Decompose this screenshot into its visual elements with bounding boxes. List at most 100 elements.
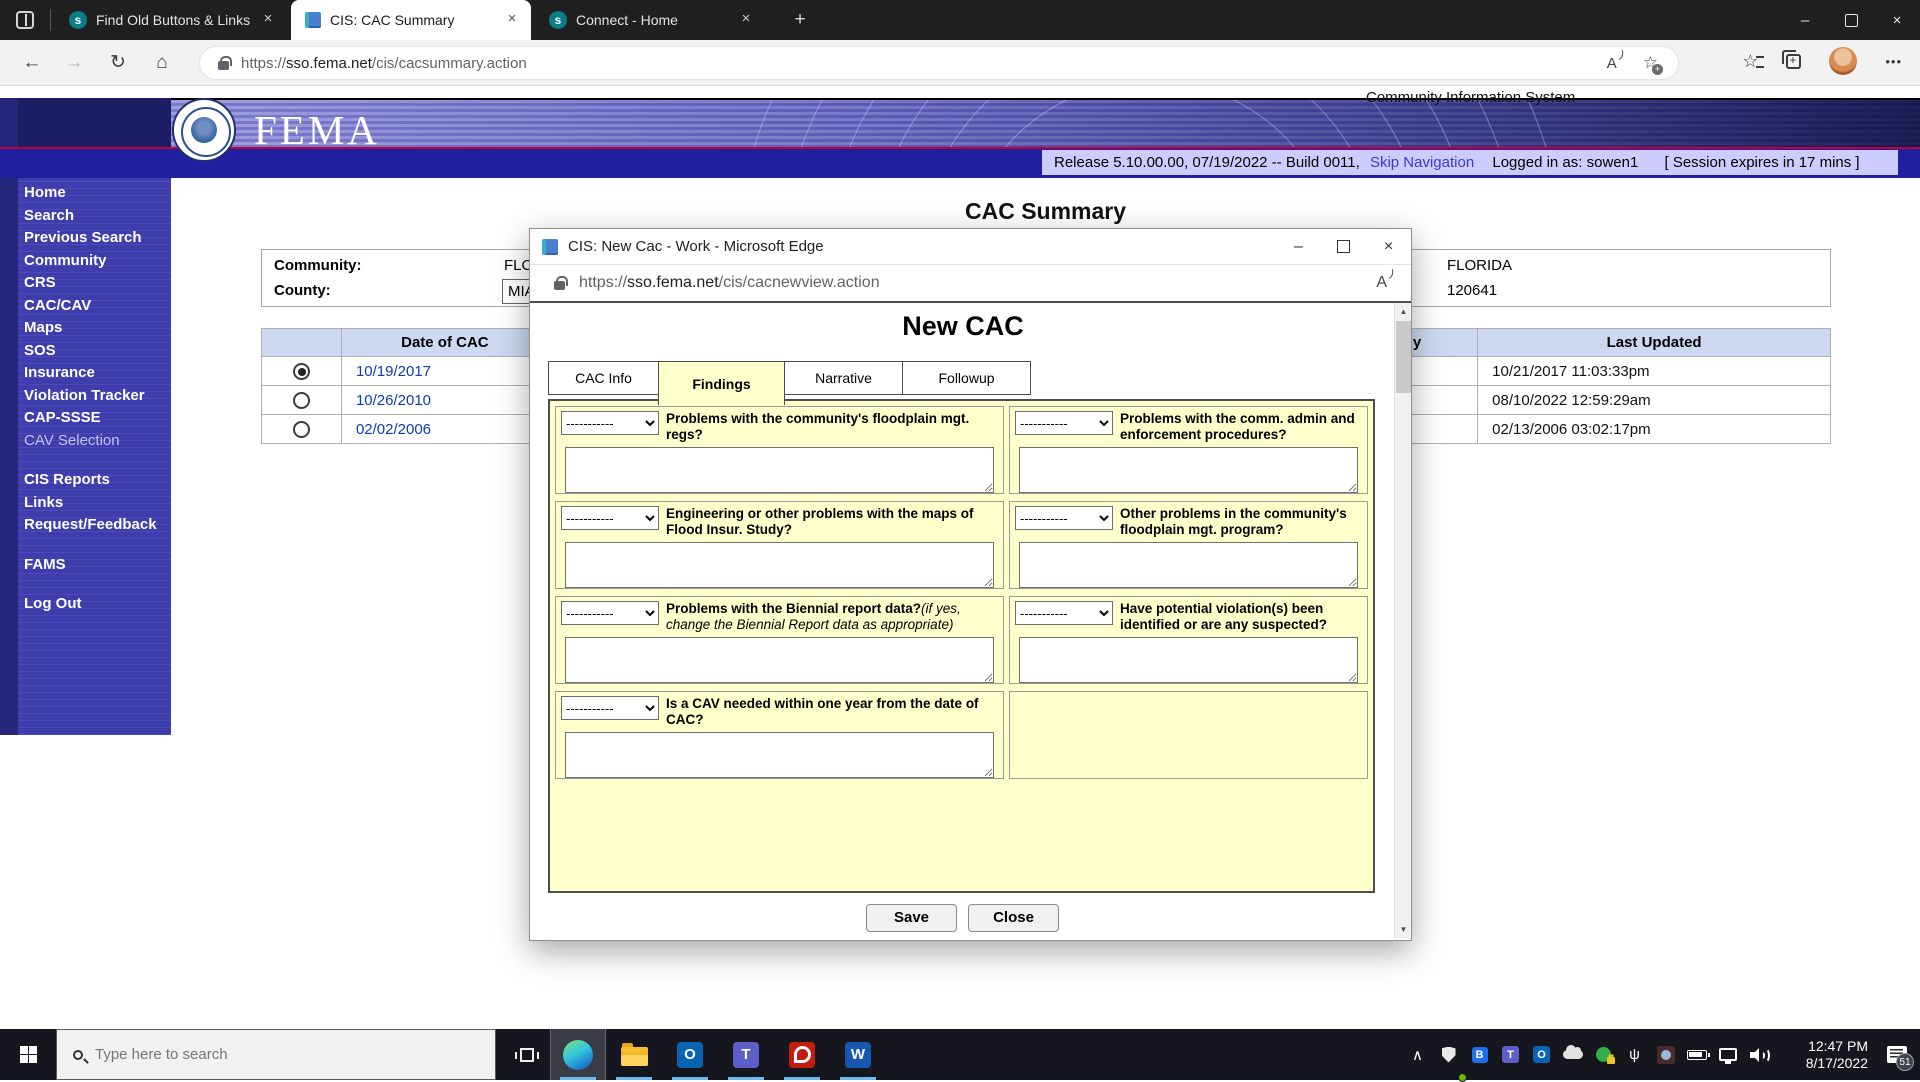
finding-select[interactable]: ----------- — [561, 411, 659, 435]
popup-scrollbar[interactable]: ▲ ▼ — [1394, 303, 1411, 938]
taskbar-word-button[interactable]: W — [830, 1029, 886, 1080]
vpn-lock-icon[interactable] — [1588, 1029, 1619, 1080]
popup-address-bar[interactable]: https://sso.fema.net/cis/cacnewview.acti… — [530, 265, 1411, 303]
collections-icon[interactable] — [1786, 54, 1801, 69]
settings-menu-icon[interactable]: ••• — [1885, 54, 1902, 69]
sidebar-item-community[interactable]: Community — [24, 250, 171, 273]
sidebar-item-insurance[interactable]: Insurance — [24, 362, 171, 385]
finding-textarea[interactable] — [1019, 637, 1358, 683]
usb-icon[interactable]: ψ — [1619, 1029, 1650, 1080]
taskbar-teams-button[interactable]: T — [718, 1029, 774, 1080]
sidebar-item-cac-cav[interactable]: CAC/CAV — [24, 295, 171, 318]
save-button[interactable]: Save — [866, 904, 957, 932]
close-button[interactable]: Close — [968, 904, 1059, 932]
finding-textarea[interactable] — [1019, 447, 1358, 493]
cac-date-link[interactable]: 10/19/2017 — [356, 363, 431, 380]
sidebar-item-previous-search[interactable]: Previous Search — [24, 227, 171, 250]
taskbar-search[interactable] — [56, 1029, 496, 1080]
finding-textarea[interactable] — [1019, 542, 1358, 588]
onedrive-icon[interactable] — [1557, 1029, 1588, 1080]
taskbar-outlook-button[interactable]: O — [662, 1029, 718, 1080]
finding-textarea[interactable] — [565, 447, 994, 493]
cac-date-link[interactable]: 10/26/2010 — [356, 392, 431, 409]
sidebar-item-home[interactable]: Home — [24, 182, 171, 205]
windows-security-icon[interactable] — [1433, 1029, 1464, 1080]
popup-maximize-button[interactable] — [1321, 229, 1366, 264]
new-tab-button[interactable]: + — [788, 8, 812, 32]
network-icon[interactable] — [1712, 1029, 1743, 1080]
row-radio[interactable] — [293, 392, 310, 409]
start-button[interactable] — [0, 1029, 56, 1080]
sidebar-item-cap-ssse[interactable]: CAP-SSSE — [24, 407, 171, 430]
row-radio-selected[interactable] — [293, 363, 310, 380]
close-tab-icon[interactable]: × — [259, 11, 277, 29]
finding-select[interactable]: ----------- — [561, 696, 659, 720]
bluetooth-icon[interactable]: B — [1464, 1029, 1495, 1080]
tab-narrative[interactable]: Narrative — [784, 361, 903, 395]
taskbar-edge-button[interactable] — [550, 1029, 606, 1080]
address-bar[interactable]: https://sso.fema.net/cis/cacsummary.acti… — [200, 47, 1678, 79]
sidebar-item-violation-tracker[interactable]: Violation Tracker — [24, 385, 171, 408]
notification-center-button[interactable]: 51 — [1874, 1029, 1920, 1080]
cac-date-link[interactable]: 02/02/2006 — [356, 421, 431, 438]
finding-select[interactable]: ----------- — [1015, 411, 1113, 435]
scroll-down-icon[interactable]: ▼ — [1395, 921, 1412, 938]
read-aloud-icon[interactable]: A — [1607, 55, 1617, 72]
tab-findings[interactable]: Findings — [658, 361, 785, 405]
finding-textarea[interactable] — [565, 637, 994, 683]
tab-actions-icon[interactable] — [16, 11, 34, 29]
browser-tab-connect-home[interactable]: s Connect - Home × — [535, 0, 765, 40]
finding-select[interactable]: ----------- — [561, 506, 659, 530]
battery-icon[interactable] — [1681, 1029, 1712, 1080]
app-tray-icon[interactable] — [1650, 1029, 1681, 1080]
volume-icon[interactable] — [1743, 1029, 1774, 1080]
finding-select[interactable]: ----------- — [1015, 506, 1113, 530]
taskbar-acrobat-button[interactable] — [774, 1029, 830, 1080]
scrollbar-thumb[interactable] — [1396, 321, 1411, 393]
search-input[interactable] — [95, 1046, 425, 1063]
add-favorite-icon[interactable]: ☆ — [1643, 53, 1658, 73]
profile-avatar[interactable] — [1829, 47, 1857, 75]
read-aloud-icon[interactable]: A — [1376, 274, 1387, 292]
scroll-up-icon[interactable]: ▲ — [1395, 303, 1412, 320]
taskbar-file-explorer-button[interactable] — [606, 1029, 662, 1080]
task-view-button[interactable] — [504, 1029, 550, 1080]
tray-chevron-up-icon[interactable]: ∧ — [1402, 1029, 1433, 1080]
finding-textarea[interactable] — [565, 732, 994, 778]
skip-navigation-link[interactable]: Skip Navigation — [1370, 154, 1474, 171]
window-maximize-button[interactable] — [1828, 0, 1874, 40]
finding-textarea[interactable] — [565, 542, 994, 588]
tab-followup[interactable]: Followup — [902, 361, 1031, 395]
popup-close-button[interactable]: × — [1366, 229, 1411, 264]
sidebar-item-cis-reports[interactable]: CIS Reports — [24, 469, 171, 492]
sidebar-item-cav-selection[interactable]: CAV Selection — [24, 430, 171, 453]
window-close-button[interactable]: × — [1874, 0, 1920, 40]
popup-url-text[interactable]: https://sso.fema.net/cis/cacnewview.acti… — [579, 274, 880, 292]
sidebar-item-log-out[interactable]: Log Out — [24, 593, 171, 616]
home-icon[interactable]: ⌂ — [148, 49, 176, 77]
popup-title-bar[interactable]: CIS: New Cac - Work - Microsoft Edge – × — [530, 229, 1411, 265]
row-radio[interactable] — [293, 421, 310, 438]
forward-icon[interactable]: → — [60, 49, 88, 77]
tab-cac-info[interactable]: CAC Info — [548, 361, 659, 395]
close-tab-icon[interactable]: × — [737, 11, 755, 29]
sidebar-item-request-feedback[interactable]: Request/Feedback — [24, 514, 171, 537]
sidebar-item-search[interactable]: Search — [24, 205, 171, 228]
finding-select[interactable]: ----------- — [561, 601, 659, 625]
back-icon[interactable]: ← — [18, 49, 46, 77]
tray-outlook-icon[interactable]: O — [1526, 1029, 1557, 1080]
refresh-icon[interactable]: ↻ — [104, 49, 132, 77]
sidebar-item-sos[interactable]: SOS — [24, 340, 171, 363]
sidebar-item-crs[interactable]: CRS — [24, 272, 171, 295]
sidebar-item-maps[interactable]: Maps — [24, 317, 171, 340]
sidebar-item-links[interactable]: Links — [24, 492, 171, 515]
url-text[interactable]: https://sso.fema.net/cis/cacsummary.acti… — [241, 55, 527, 72]
taskbar-clock[interactable]: 12:47 PM 8/17/2022 — [1784, 1038, 1868, 1072]
favorites-icon[interactable]: ☆ — [1742, 51, 1758, 72]
tray-teams-icon[interactable]: T — [1495, 1029, 1526, 1080]
browser-tab-find-old-buttons[interactable]: s Find Old Buttons & Links × — [55, 0, 287, 40]
window-minimize-button[interactable]: – — [1782, 0, 1828, 40]
popup-minimize-button[interactable]: – — [1276, 229, 1321, 264]
browser-tab-cac-summary[interactable]: CIS: CAC Summary × — [291, 0, 531, 40]
finding-select[interactable]: ----------- — [1015, 601, 1113, 625]
